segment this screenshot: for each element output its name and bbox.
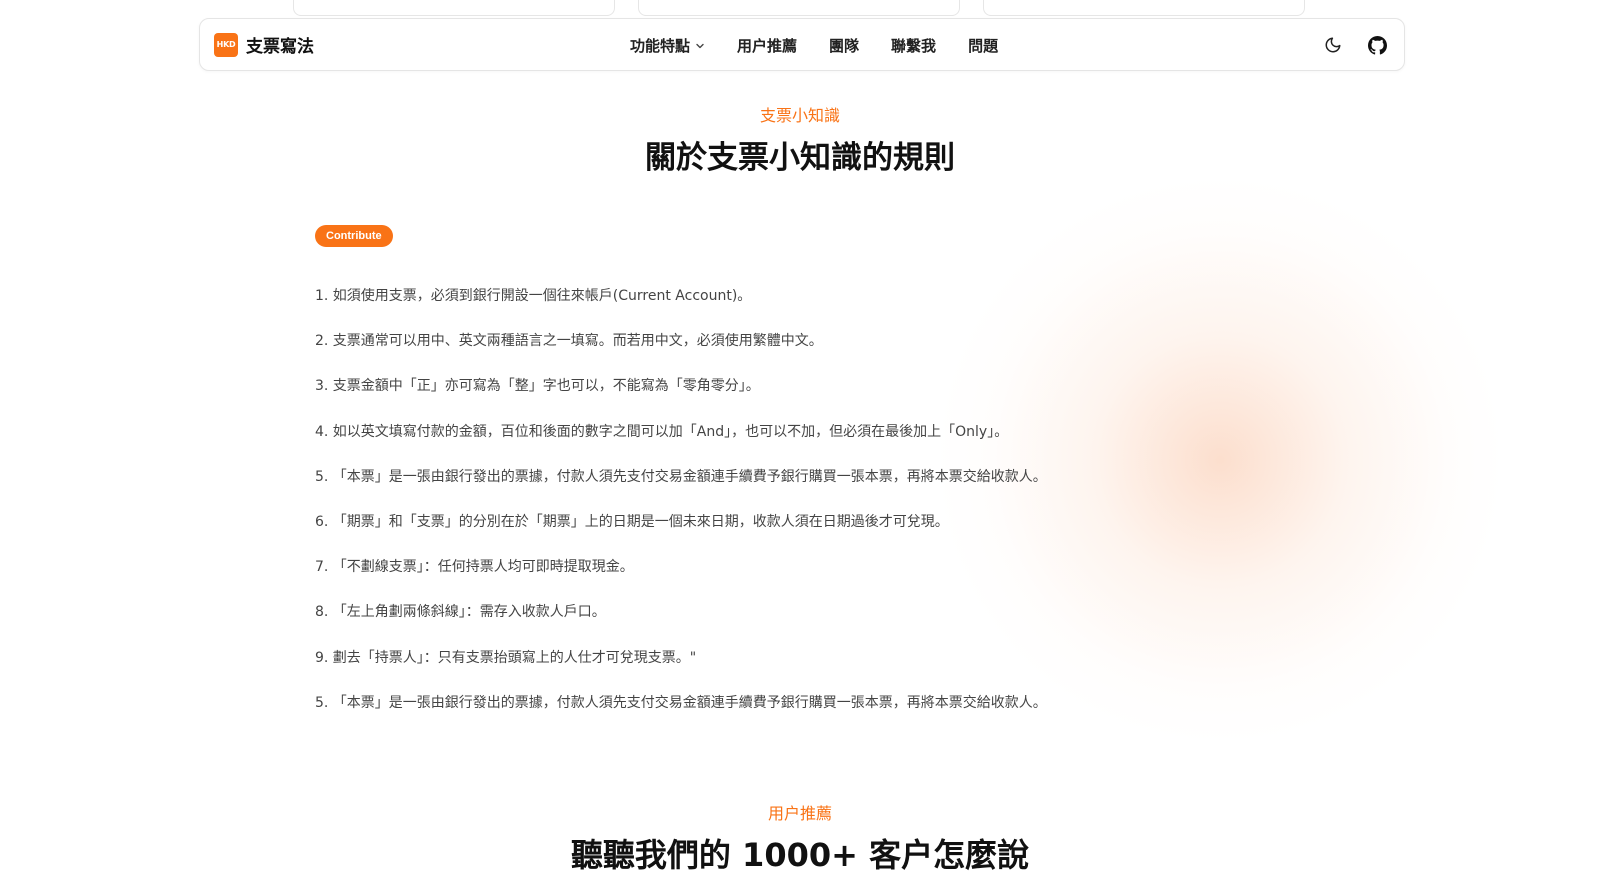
rules-list: 1. 如須使用支票，必須到銀行開設一個往來帳戶(Current Account)… <box>315 286 1047 738</box>
nav-link-team[interactable]: 團隊 <box>829 35 859 56</box>
rule-item: 8. 「左上角劃兩條斜線」：需存入收款人戶口。 <box>315 604 606 621</box>
top-card <box>983 0 1305 16</box>
nav-link-label: 問題 <box>968 37 999 55</box>
chevron-down-icon <box>695 41 705 51</box>
contribute-badge[interactable]: Contribute <box>315 225 393 247</box>
rule-item: 9. 劃去「持票人」：只有支票抬頭寫上的人仕才可兌現支票。" <box>315 649 697 666</box>
brand-link[interactable]: HKD 支票寫法 <box>214 32 314 57</box>
top-card <box>638 0 960 16</box>
nav-link-features[interactable]: 功能特點 <box>630 35 705 56</box>
nav-links: 功能特點 用户推薦 團隊 聯繫我 問題 <box>630 35 1030 56</box>
nav-link-faq[interactable]: 問題 <box>968 35 998 56</box>
rule-item: 1. 如須使用支票，必須到銀行開設一個往來帳戶(Current Account)… <box>315 288 752 304</box>
nav-link-testimonials[interactable]: 用户推薦 <box>737 35 797 56</box>
rule-item: 2. 支票通常可以用中、英文兩種語言之一填寫。而若用中文，必須使用繁體中文。 <box>315 333 823 350</box>
rule-item: 4. 如以英文填寫付款的金額，百位和後面的數字之間可以加「And」，也可以不加，… <box>315 423 1009 440</box>
brand-name: 支票寫法 <box>246 37 314 57</box>
rule-item: 6. 「期票」和「支票」的分別在於「期票」上的日期是一個未來日期，收款人須在日期… <box>315 513 949 530</box>
testimonials-kicker: 用户推薦 <box>767 804 832 823</box>
top-card-strip <box>0 0 1600 18</box>
nav-link-contact[interactable]: 聯繫我 <box>891 35 936 56</box>
brand-logo: HKD <box>214 32 238 57</box>
moon-icon[interactable] <box>1322 34 1344 56</box>
rule-item: 7. 「不劃線支票」：任何持票人均可即時提取現金。 <box>315 559 634 576</box>
nav-link-label: 功能特點 <box>630 37 691 55</box>
nav-icons <box>1322 34 1388 56</box>
rules-title: 關於支票小知識的規則 <box>645 140 955 176</box>
nav-link-label: 團隊 <box>829 37 860 55</box>
rules-kicker: 支票小知識 <box>759 106 840 125</box>
nav-link-label: 聯繫我 <box>891 37 937 55</box>
navbar: HKD 支票寫法 功能特點 用户推薦 團隊 聯繫我 問題 <box>199 18 1405 71</box>
rule-item: 3. 支票金額中「正」亦可寫為「整」字也可以，不能寫為「零角零分」。 <box>315 378 760 395</box>
nav-link-label: 用户推薦 <box>737 37 798 55</box>
testimonials-title: 聽聽我們的 1000+ 客户怎麼說 <box>570 836 1030 874</box>
rule-item: 5. 「本票」是一張由銀行發出的票據，付款人須先支付交易金額連手續費予銀行購買一… <box>315 694 1047 711</box>
rule-item: 5. 「本票」是一張由銀行發出的票據，付款人須先支付交易金額連手續費予銀行購買一… <box>315 468 1047 485</box>
top-card <box>293 0 615 16</box>
github-icon[interactable] <box>1366 34 1388 56</box>
